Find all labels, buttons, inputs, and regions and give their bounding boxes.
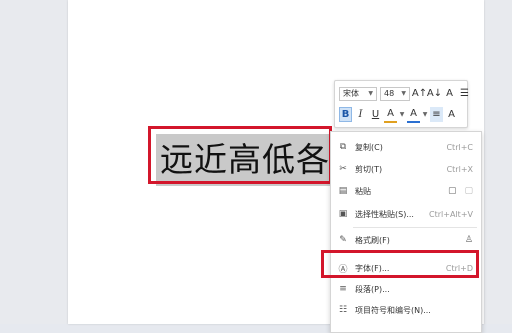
font-color-button[interactable]: A	[407, 106, 420, 123]
chevron-down-icon[interactable]: ▼	[399, 107, 405, 122]
menu-item-paste-special[interactable]: ▣ 选择性粘贴(S)... Ctrl+Alt+V	[331, 204, 481, 224]
paste-icon: ▤	[338, 186, 348, 196]
font-size-value: 48	[384, 89, 395, 98]
chevron-down-icon[interactable]: ▼	[422, 107, 428, 122]
menu-item-label: 剪切(T)	[355, 164, 383, 174]
paragraph-align-button[interactable]: ≡	[430, 107, 443, 122]
list-icon[interactable]: ☰	[458, 86, 471, 101]
brush-icon: ♙	[464, 235, 473, 245]
copy-icon: ⧉	[339, 142, 347, 152]
menu-item-label: 项目符号和编号(N)...	[355, 305, 431, 315]
text-highlight-box	[148, 126, 332, 184]
format-painter-icon: ✎	[339, 235, 347, 245]
menu-item-copy[interactable]: ⧉ 复制(C) Ctrl+C	[331, 137, 481, 157]
menu-item-shortcut: Ctrl+X	[446, 164, 473, 174]
shrink-font-icon[interactable]: A↓	[427, 86, 442, 101]
paragraph-icon: ≡	[339, 284, 347, 294]
chevron-down-icon: ▼	[401, 90, 406, 97]
menu-item-label: 复制(C)	[355, 142, 383, 152]
clear-format-icon[interactable]: A	[445, 107, 458, 122]
highlight-color-button[interactable]: A	[384, 106, 397, 123]
paste-text-only-icon[interactable]: ▢	[464, 186, 473, 196]
font-name-select[interactable]: 宋体 ▼	[339, 86, 377, 101]
menu-item-bullets-numbering[interactable]: ☷ 项目符号和编号(N)...	[331, 300, 481, 320]
menu-item-label: 格式刷(F)	[355, 235, 390, 245]
menu-item-label: 粘贴	[355, 186, 371, 196]
bold-button[interactable]: B	[339, 107, 352, 122]
bullet-list-icon: ☷	[338, 305, 348, 315]
font-name-value: 宋体	[343, 89, 359, 98]
menu-item-format-painter[interactable]: ✎ 格式刷(F) ♙	[331, 230, 481, 250]
floating-format-toolbar: 宋体 ▼ 48 ▼ A↑ A↓ A ☰ B I U A ▼ A ▼ ≡ A	[334, 80, 471, 128]
underline-button[interactable]: U	[369, 107, 382, 122]
menu-item-paste[interactable]: ▤ 粘贴 ▢ ▢	[331, 181, 481, 201]
scissors-icon: ✂	[339, 164, 347, 174]
font-size-select[interactable]: 48 ▼	[380, 86, 410, 101]
menu-item-shortcut: Ctrl+C	[446, 142, 473, 152]
text-format-icon[interactable]: A	[443, 86, 456, 101]
font-item-highlight-box	[321, 250, 479, 278]
paste-keep-format-icon[interactable]: ▢	[448, 186, 457, 196]
menu-separator	[353, 227, 477, 228]
menu-item-label: 选择性粘贴(S)...	[355, 209, 414, 219]
menu-item-label: 段落(P)...	[355, 284, 390, 294]
grow-font-icon[interactable]: A↑	[412, 86, 427, 101]
chevron-down-icon: ▼	[368, 90, 373, 97]
menu-item-shortcut: Ctrl+Alt+V	[429, 209, 473, 219]
menu-item-cut[interactable]: ✂ 剪切(T) Ctrl+X	[331, 159, 481, 179]
italic-button[interactable]: I	[354, 107, 367, 122]
paste-special-icon: ▣	[338, 209, 348, 219]
context-menu: ⧉ 复制(C) Ctrl+C ✂ 剪切(T) Ctrl+X ▤ 粘贴 ▢ ▢ ▣…	[330, 131, 482, 333]
menu-item-paragraph[interactable]: ≡ 段落(P)...	[331, 279, 481, 299]
